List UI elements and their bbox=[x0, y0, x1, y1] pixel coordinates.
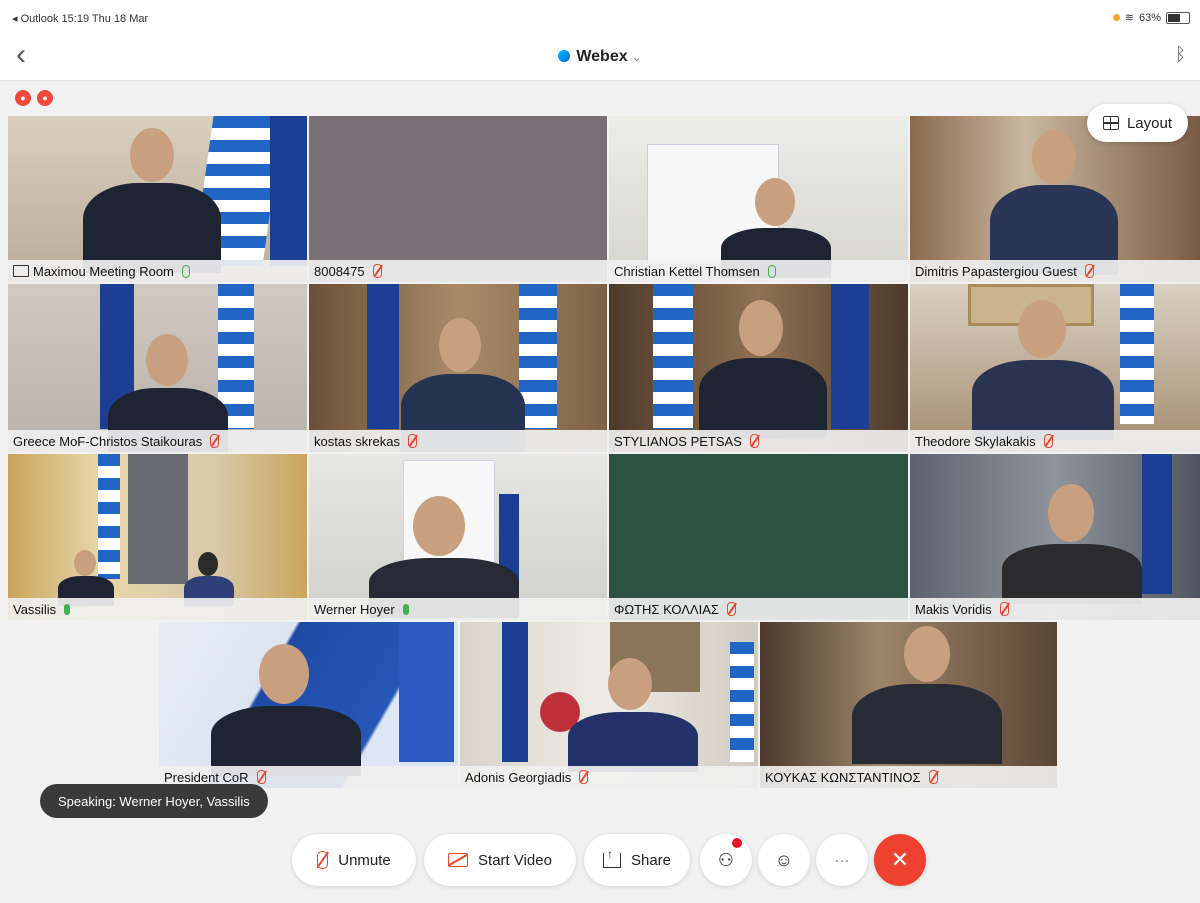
participant-name-label: Makis Voridis bbox=[910, 598, 1200, 620]
microphone-muted-icon bbox=[317, 851, 329, 869]
participant-name-label: Christian Kettel Thomsen bbox=[609, 260, 908, 282]
participant-tile[interactable]: Makis Voridis bbox=[910, 454, 1200, 620]
notification-badge bbox=[732, 838, 742, 848]
battery-icon bbox=[1166, 11, 1190, 24]
status-bar-right: ≋ 63% bbox=[1112, 11, 1190, 24]
status-bar: ◂ Outlook 15:19 Thu 18 Mar ≋ 63% bbox=[0, 0, 1200, 34]
nav-bar: ‹ Webex ⌄ ᛒ bbox=[0, 34, 1200, 81]
more-options-button[interactable]: ··· bbox=[816, 834, 868, 886]
bluetooth-icon[interactable]: ᛒ bbox=[1175, 44, 1186, 65]
recording-indicator: ● bbox=[37, 90, 53, 106]
participant-tile[interactable]: ΦΩΤΗΣ ΚΟΛΛΙΑΣ bbox=[609, 454, 908, 620]
end-call-button[interactable]: ✕ bbox=[874, 834, 926, 886]
participant-name-label: Vassilis bbox=[8, 598, 307, 620]
participant-name-label: Werner Hoyer bbox=[309, 598, 607, 620]
participant-tile[interactable]: Greece MoF-Christos Staikouras bbox=[8, 284, 307, 452]
microphone-muted-icon bbox=[579, 770, 589, 784]
microphone-muted-icon bbox=[928, 770, 938, 784]
participant-name-label: Greece MoF-Christos Staikouras bbox=[8, 430, 307, 452]
layout-button[interactable]: Layout bbox=[1086, 104, 1188, 142]
microphone-muted-icon bbox=[1084, 264, 1094, 278]
speaking-indicator: Speaking: Werner Hoyer, Vassilis bbox=[40, 784, 268, 818]
microphone-muted-icon bbox=[372, 264, 382, 278]
chevron-down-icon: ⌄ bbox=[631, 50, 642, 64]
app-title-text: Webex bbox=[576, 48, 628, 65]
recording-indicator: ● bbox=[15, 90, 31, 106]
participants-icon: ⚇ bbox=[717, 849, 735, 870]
video-off-icon bbox=[448, 853, 469, 867]
participant-tile-active-speaker[interactable]: STYLIANOS PETSAS bbox=[609, 284, 908, 452]
video-feed bbox=[910, 284, 1200, 452]
start-video-button[interactable]: Start Video bbox=[424, 834, 576, 886]
video-feed bbox=[8, 454, 307, 620]
participant-name-label: Adonis Georgiadis bbox=[460, 766, 758, 788]
meeting-controls: Unmute Start Video Share ⚇ ☺ ··· ✕ bbox=[0, 834, 1200, 888]
microphone-icon bbox=[64, 603, 71, 615]
microphone-icon bbox=[767, 264, 776, 278]
video-feed bbox=[910, 454, 1200, 620]
microphone-icon bbox=[181, 264, 190, 278]
app-title[interactable]: Webex ⌄ bbox=[0, 48, 1200, 66]
start-video-label: Start Video bbox=[478, 851, 552, 869]
room-device-icon bbox=[13, 265, 29, 277]
participant-tile[interactable]: Maximou Meeting Room bbox=[8, 116, 307, 282]
participant-tile[interactable]: kostas skrekas bbox=[309, 284, 607, 452]
video-feed bbox=[309, 454, 607, 620]
microphone-muted-icon bbox=[726, 602, 736, 616]
microphone-muted-icon bbox=[210, 434, 220, 448]
video-feed bbox=[159, 622, 458, 788]
participant-tile[interactable]: Theodore Skylakakis bbox=[910, 284, 1200, 452]
share-label: Share bbox=[630, 851, 672, 869]
participant-name-label: STYLIANOS PETSAS bbox=[609, 430, 908, 452]
grid-icon bbox=[1102, 116, 1119, 130]
video-feed bbox=[609, 116, 908, 282]
microphone-muted-icon bbox=[999, 602, 1009, 616]
participant-tile[interactable]: President CoR bbox=[159, 622, 458, 788]
close-icon: ✕ bbox=[890, 847, 910, 872]
video-feed bbox=[609, 454, 908, 620]
participant-tile[interactable]: Christian Kettel Thomsen bbox=[609, 116, 908, 282]
participant-tile[interactable]: Adonis Georgiadis bbox=[460, 622, 758, 788]
more-icon: ··· bbox=[834, 851, 850, 869]
video-feed bbox=[8, 116, 307, 282]
participant-tile[interactable]: ΚΟΥΚΑΣ ΚΩΝΣΤΑΝΤΙΝΟΣ bbox=[760, 622, 1057, 788]
status-bar-left: ◂ Outlook 15:19 Thu 18 Mar bbox=[12, 13, 149, 25]
battery-percent: 63% bbox=[1138, 11, 1161, 24]
smiley-icon: ☺ bbox=[774, 849, 794, 870]
participant-name-label: ΚΟΥΚΑΣ ΚΩΝΣΤΑΝΤΙΝΟΣ bbox=[760, 766, 1057, 788]
participant-name-label: ΦΩΤΗΣ ΚΟΛΛΙΑΣ bbox=[609, 598, 908, 620]
participants-button[interactable]: ⚇ bbox=[700, 834, 752, 886]
video-feed bbox=[8, 284, 307, 452]
video-feed bbox=[309, 116, 607, 282]
wifi-icon: ≋ bbox=[1124, 12, 1134, 24]
video-feed bbox=[309, 284, 607, 452]
participant-tile[interactable]: 8008475 bbox=[309, 116, 607, 282]
participant-name-label: Theodore Skylakakis bbox=[910, 430, 1200, 452]
video-feed bbox=[460, 622, 758, 788]
location-icon bbox=[1112, 14, 1120, 21]
layout-button-label: Layout bbox=[1126, 114, 1172, 132]
video-feed bbox=[760, 622, 1057, 788]
unmute-button[interactable]: Unmute bbox=[292, 834, 416, 886]
share-button[interactable]: Share bbox=[584, 834, 690, 886]
microphone-muted-icon bbox=[1043, 434, 1053, 448]
participant-tile[interactable]: Vassilis bbox=[8, 454, 307, 620]
share-icon bbox=[602, 847, 621, 868]
unmute-label: Unmute bbox=[338, 851, 391, 869]
microphone-muted-icon bbox=[749, 434, 759, 448]
video-feed bbox=[609, 284, 908, 452]
webex-logo-icon bbox=[558, 50, 571, 62]
microphone-muted-icon bbox=[256, 770, 266, 784]
microphone-muted-icon bbox=[407, 434, 417, 448]
participant-name-label: kostas skrekas bbox=[309, 430, 607, 452]
participant-tile[interactable]: Werner Hoyer bbox=[309, 454, 607, 620]
participant-name-label: 8008475 bbox=[309, 260, 607, 282]
participant-name-label: Dimitris Papastergiou Guest bbox=[910, 260, 1200, 282]
reactions-button[interactable]: ☺ bbox=[758, 834, 810, 886]
participant-name-label: Maximou Meeting Room bbox=[8, 260, 307, 282]
microphone-icon bbox=[402, 603, 409, 615]
